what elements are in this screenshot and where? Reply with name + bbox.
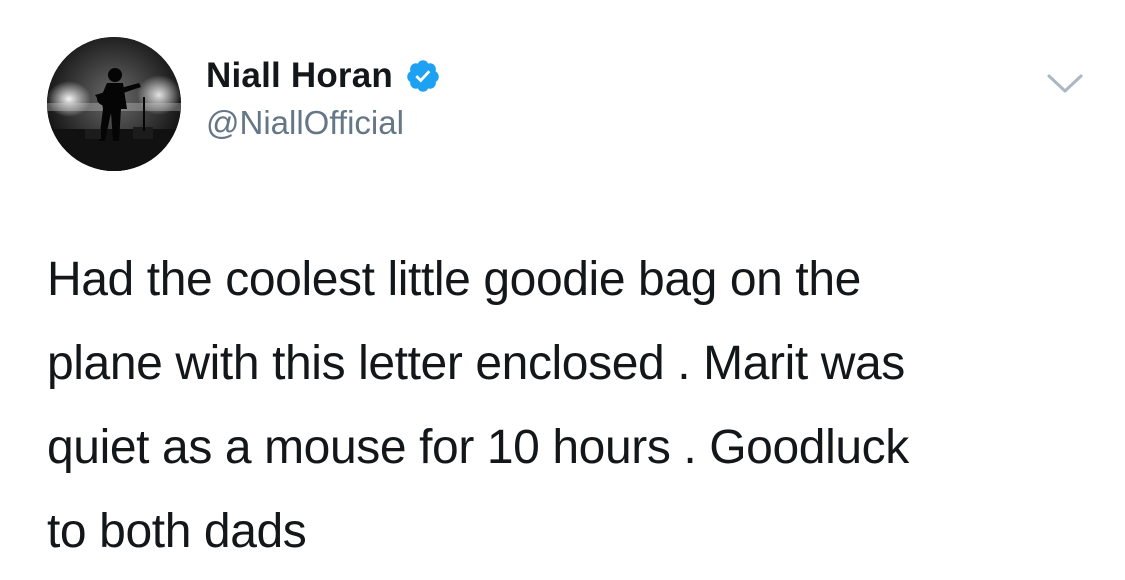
avatar-photo	[47, 37, 181, 171]
author-name-row: Niall Horan	[206, 54, 441, 98]
author-display-name[interactable]: Niall Horan	[206, 56, 393, 96]
author-handle[interactable]: @NiallOfficial	[206, 104, 404, 142]
tweet-text: Had the coolest little goodie bag on the…	[47, 253, 909, 558]
author-avatar[interactable]	[47, 37, 181, 171]
chevron-down-icon[interactable]	[1045, 70, 1085, 96]
verified-badge-icon	[405, 58, 441, 94]
tweet-card: Niall Horan @NiallOfficial Had the coole…	[0, 0, 1125, 580]
